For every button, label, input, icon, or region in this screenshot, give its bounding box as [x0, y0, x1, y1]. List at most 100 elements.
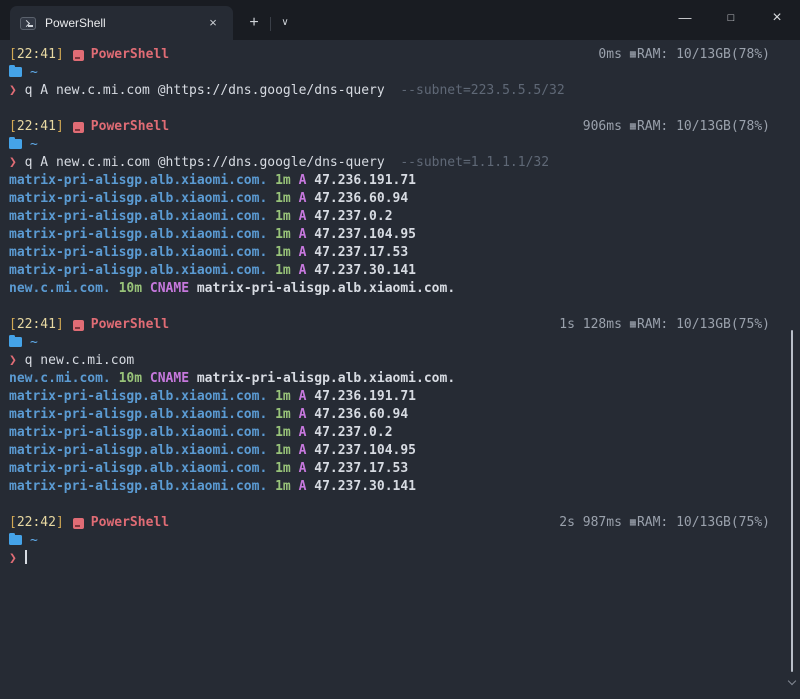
cwd-line: ~: [9, 334, 770, 352]
maximize-button[interactable]: □: [708, 0, 754, 36]
dns-record-row: matrix-pri-alisgp.alb.xiaomi.com. 1m A 4…: [9, 406, 770, 424]
prompt-chevron-icon: ❯: [9, 155, 17, 170]
cwd-line: ~: [9, 136, 770, 154]
titlebar: PowerShell × + ∨ — □ ×: [0, 0, 800, 40]
cwd-path: ~: [30, 65, 38, 80]
prompt-status: 2s 987ms▦RAM: 10/13GB(75%): [559, 514, 770, 532]
record-type: A: [299, 461, 315, 476]
dns-record-row: matrix-pri-alisgp.alb.xiaomi.com. 1m A 4…: [9, 172, 770, 190]
prompt-status: 1s 128ms▦RAM: 10/13GB(75%): [559, 316, 770, 334]
bracket: [: [9, 317, 17, 332]
record-ttl: 1m: [275, 407, 298, 422]
record-ttl: 1m: [275, 245, 298, 260]
folder-icon: [9, 535, 22, 545]
minimize-button[interactable]: —: [662, 0, 708, 36]
terminal-window: PowerShell × + ∨ — □ × [22:41]PowerShell…: [0, 0, 800, 699]
record-value: 47.237.104.95: [314, 227, 416, 242]
ram-usage: RAM: 10/13GB(75%): [637, 514, 770, 532]
record-value: 47.237.17.53: [314, 245, 408, 260]
new-tab-button[interactable]: +: [239, 10, 269, 36]
record-name: matrix-pri-alisgp.alb.xiaomi.com.: [9, 245, 275, 260]
record-name: matrix-pri-alisgp.alb.xiaomi.com.: [9, 227, 275, 242]
text-cursor: [25, 550, 27, 564]
blank-line: [9, 568, 770, 586]
prompt-block: [22:41]PowerShell906ms▦RAM: 10/13GB(78%)…: [9, 118, 770, 316]
chevron-down-icon[interactable]: [788, 677, 796, 685]
timestamp: [22:42]: [9, 514, 64, 532]
timestamp: [22:41]: [9, 118, 64, 136]
prompt-status: 906ms ▦RAM: 10/13GB(78%): [583, 118, 770, 136]
prompt-chevron-icon: ❯: [9, 353, 17, 368]
record-ttl: 1m: [275, 479, 298, 494]
command-duration: 906ms: [583, 118, 622, 136]
prompt-chevron-icon: ❯: [9, 551, 17, 566]
ram-usage: RAM: 10/13GB(78%): [637, 118, 770, 136]
record-type: A: [299, 173, 315, 188]
command-text: [17, 551, 25, 566]
record-name: matrix-pri-alisgp.alb.xiaomi.com.: [9, 425, 275, 440]
folder-icon: [9, 139, 22, 149]
record-value: 47.236.191.71: [314, 389, 416, 404]
record-value: 47.237.30.141: [314, 263, 416, 278]
dns-record-row: matrix-pri-alisgp.alb.xiaomi.com. 1m A 4…: [9, 442, 770, 460]
record-type: CNAME: [150, 281, 197, 296]
record-value: 47.237.17.53: [314, 461, 408, 476]
bracket: ]: [56, 119, 64, 134]
command-text: q new.c.mi.com: [17, 353, 134, 368]
record-type: A: [299, 209, 315, 224]
prompt-block: [22:42]PowerShell2s 987ms▦RAM: 10/13GB(7…: [9, 514, 770, 586]
record-value: 47.237.104.95: [314, 443, 416, 458]
record-type: A: [299, 389, 315, 404]
bracket: [: [9, 47, 17, 62]
tab-title: PowerShell: [45, 16, 201, 30]
record-type: A: [299, 425, 315, 440]
timestamp: [22:41]: [9, 46, 64, 64]
prompt-header: [22:41]PowerShell906ms▦RAM: 10/13GB(78%): [9, 118, 770, 136]
cwd-line: ~: [9, 64, 770, 82]
record-type: A: [299, 407, 315, 422]
ram-usage: RAM: 10/13GB(78%): [637, 46, 770, 64]
ram-icon: ▦: [630, 514, 636, 532]
folder-icon: [9, 337, 22, 347]
record-type: A: [299, 191, 315, 206]
dns-record-row: matrix-pri-alisgp.alb.xiaomi.com. 1m A 4…: [9, 208, 770, 226]
record-ttl: 1m: [275, 263, 298, 278]
record-name: new.c.mi.com.: [9, 371, 119, 386]
record-type: A: [299, 479, 315, 494]
folder-icon: [9, 67, 22, 77]
powershell-tab-icon: [20, 17, 36, 30]
record-type: A: [299, 245, 315, 260]
record-ttl: 1m: [275, 443, 298, 458]
scrollbar[interactable]: [786, 40, 800, 699]
command-line: ❯ q A new.c.mi.com @https://dns.google/d…: [9, 82, 770, 100]
tab-close-button[interactable]: ×: [201, 11, 225, 35]
bracket: ]: [56, 47, 64, 62]
blank-line: [9, 298, 770, 316]
record-ttl: 1m: [275, 173, 298, 188]
record-value: 47.237.30.141: [314, 479, 416, 494]
timestamp: [22:41]: [9, 316, 64, 334]
tab-dropdown-button[interactable]: ∨: [272, 10, 298, 36]
dns-record-row: new.c.mi.com. 10m CNAME matrix-pri-alisg…: [9, 370, 770, 388]
powershell-segment-icon: [73, 320, 84, 331]
command-line: ❯ q new.c.mi.com: [9, 352, 770, 370]
terminal-content: [22:41]PowerShell0ms▦RAM: 10/13GB(78%)~❯…: [0, 40, 800, 586]
record-name: matrix-pri-alisgp.alb.xiaomi.com.: [9, 173, 275, 188]
ram-icon: ▦: [630, 316, 636, 334]
record-value: 47.236.60.94: [314, 407, 408, 422]
time-value: 22:41: [17, 47, 56, 62]
tab-powershell[interactable]: PowerShell ×: [10, 6, 233, 40]
terminal[interactable]: [22:41]PowerShell0ms▦RAM: 10/13GB(78%)~❯…: [0, 40, 800, 699]
divider: [270, 17, 271, 31]
ram-icon: ▦: [630, 118, 636, 136]
record-ttl: 10m: [119, 281, 150, 296]
prompt-block: [22:41]PowerShell1s 128ms▦RAM: 10/13GB(7…: [9, 316, 770, 514]
record-value: 47.236.191.71: [314, 173, 416, 188]
dns-record-row: matrix-pri-alisgp.alb.xiaomi.com. 1m A 4…: [9, 388, 770, 406]
command-line: ❯ q A new.c.mi.com @https://dns.google/d…: [9, 154, 770, 172]
record-type: A: [299, 263, 315, 278]
command-duration: 1s 128ms: [559, 316, 622, 334]
close-button[interactable]: ×: [754, 0, 800, 36]
record-name: matrix-pri-alisgp.alb.xiaomi.com.: [9, 389, 275, 404]
scrollbar-thumb[interactable]: [791, 330, 793, 672]
